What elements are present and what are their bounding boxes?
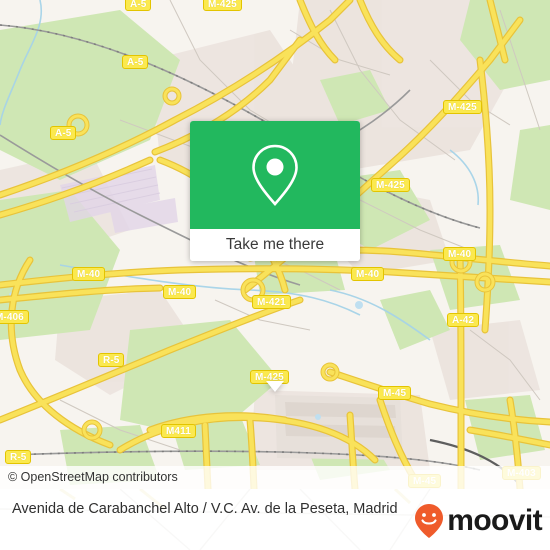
road-shield: R-5 — [98, 353, 125, 367]
road-shield: A-5 — [50, 126, 77, 140]
screenshot-root: A-5 M-425 A-5 M-425 A-5 M-425 M-40 M-40 M-40 M-40… — [0, 0, 550, 550]
road-shield: M-40 — [72, 267, 106, 281]
location-title: Avenida de Carabanchel Alto / V.C. Av. d… — [12, 501, 398, 517]
map-attribution[interactable]: © OpenStreetMap contributors — [0, 466, 550, 489]
road-shield: A-5 — [125, 0, 152, 11]
map-canvas[interactable]: A-5 M-425 A-5 M-425 A-5 M-425 M-40 M-40 M-40 M-40… — [0, 0, 550, 489]
road-shield: A-42 — [447, 313, 480, 327]
moovit-wordmark: moovit — [447, 504, 542, 537]
road-shield: M-425 — [443, 100, 482, 114]
road-shield: M-421 — [252, 295, 291, 309]
callout-graphic — [190, 121, 360, 229]
road-shield: A-5 — [122, 55, 149, 69]
road-shield: M-40 — [351, 267, 385, 281]
road-shield: M-406 — [0, 310, 29, 324]
location-callout[interactable]: Take me there — [190, 121, 360, 392]
road-shield: M-45 — [378, 386, 412, 400]
road-shield: M-40 — [443, 247, 477, 261]
callout-tail — [266, 381, 284, 392]
road-shield: R-5 — [5, 450, 32, 464]
take-me-there-button[interactable]: Take me there — [190, 229, 360, 261]
moovit-logo[interactable]: moovit — [414, 503, 543, 539]
callout-body[interactable]: Take me there — [190, 121, 360, 261]
map-pin-icon — [252, 144, 298, 206]
footer-bar: Avenida de Carabanchel Alto / V.C. Av. d… — [0, 489, 550, 550]
road-shield: M-425 — [371, 178, 410, 192]
road-shield: M411 — [161, 424, 196, 438]
moovit-pin-icon — [415, 504, 444, 538]
road-shield: M-40 — [163, 285, 197, 299]
road-shield: M-425 — [203, 0, 242, 11]
